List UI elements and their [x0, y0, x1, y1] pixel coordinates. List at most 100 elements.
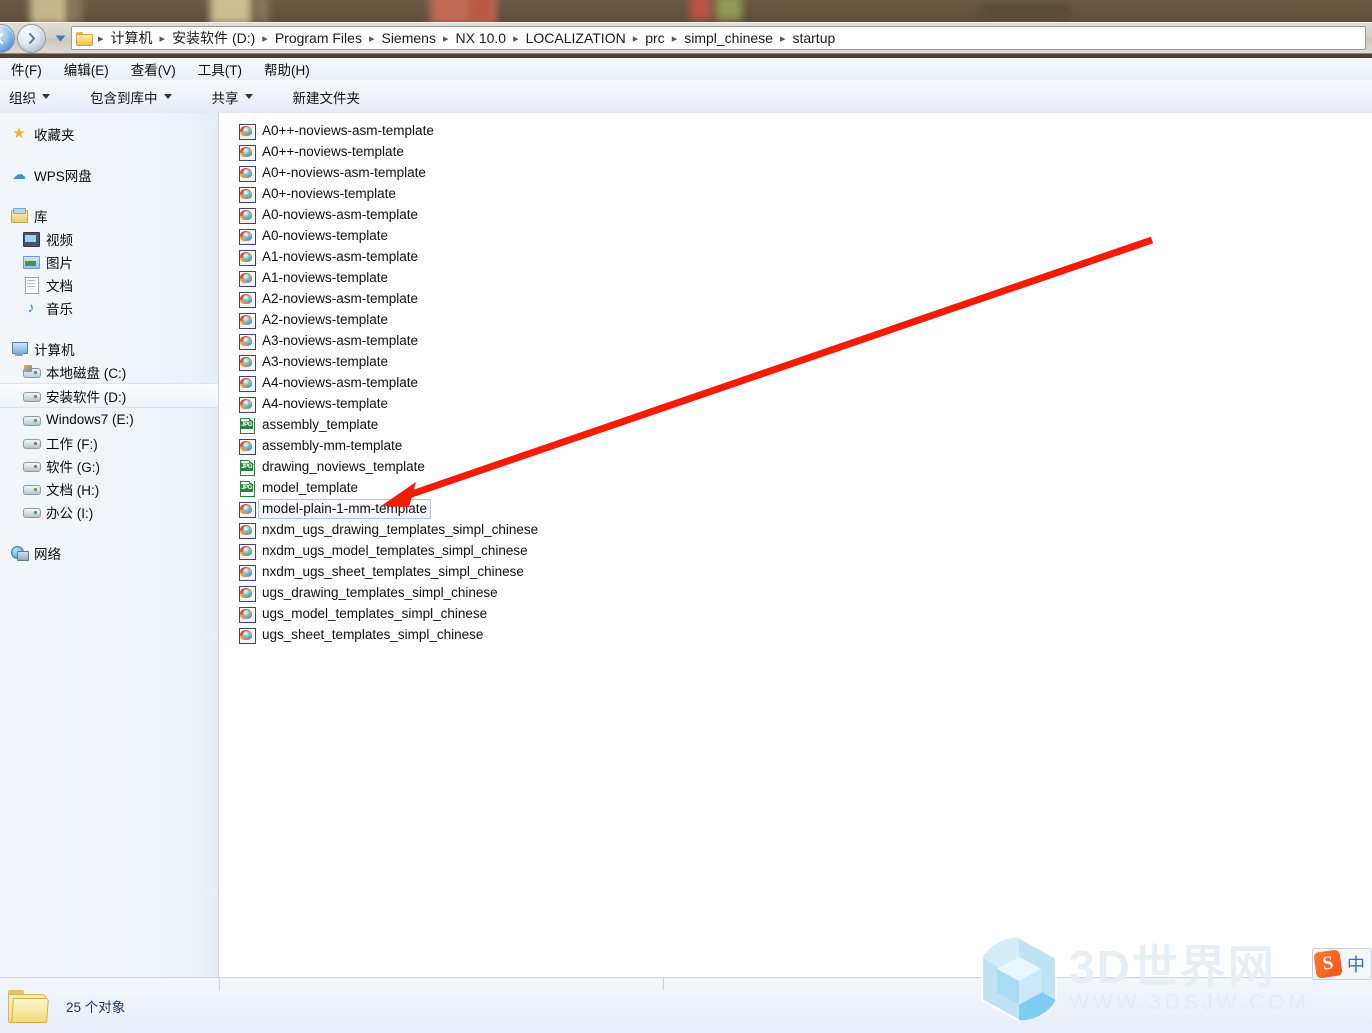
- navigation-pane[interactable]: ★ 收藏夹 ☁ WPS网盘库视频图片文档 ♪ 音乐计算机 本地磁盘 (C:) 安装软件 (D:…: [0, 113, 219, 978]
- breadcrumb-item-0[interactable]: 计算机: [108, 28, 156, 48]
- nx-part-icon: [239, 123, 256, 140]
- nx-part-icon: [239, 291, 256, 308]
- menu-view[interactable]: 查看(V): [120, 57, 187, 81]
- file-list-item[interactable]: model-plain-1-mm-template: [220, 498, 1372, 519]
- file-name-label: nxdm_ugs_sheet_templates_simpl_chinese: [262, 563, 524, 579]
- breadcrumb-item-6[interactable]: prc: [642, 30, 667, 46]
- file-list-item[interactable]: A2-noviews-asm-template: [220, 288, 1372, 309]
- sidebar-item-图片[interactable]: 图片: [0, 250, 218, 273]
- sidebar-item-网络[interactable]: 网络: [0, 541, 218, 564]
- file-list-item[interactable]: nxdm_ugs_sheet_templates_simpl_chinese: [220, 561, 1372, 582]
- nx-part-icon: [239, 438, 256, 455]
- back-arrow-icon: [0, 32, 3, 44]
- breadcrumb-item-8[interactable]: startup: [789, 30, 838, 46]
- file-name-label: A3-noviews-asm-template: [262, 332, 419, 348]
- file-list-item[interactable]: A0-noviews-template: [220, 225, 1372, 246]
- file-list-item[interactable]: A1-noviews-template: [220, 267, 1372, 288]
- file-list-item[interactable]: JPG assembly_template: [220, 414, 1372, 435]
- file-name-label: ugs_drawing_templates_simpl_chinese: [262, 584, 498, 600]
- sidebar-item-办公 (I:)[interactable]: 办公 (I:): [0, 500, 218, 523]
- menu-tools[interactable]: 工具(T): [187, 57, 253, 81]
- jpg-image-icon: JPG: [239, 480, 255, 497]
- breadcrumb-separator: ▸: [368, 32, 375, 45]
- toolbar-new-folder[interactable]: 新建文件夹: [284, 84, 370, 110]
- recent-locations-button[interactable]: [52, 27, 68, 49]
- file-list-item[interactable]: A0+-noviews-template: [220, 183, 1372, 204]
- nx-part-icon: [239, 144, 256, 161]
- menu-file[interactable]: 件(F): [0, 57, 53, 81]
- sidebar-item-label: 视频: [46, 232, 73, 248]
- sidebar-item-label: 库: [34, 209, 48, 225]
- sidebar-item-音乐[interactable]: ♪ 音乐: [0, 296, 218, 319]
- breadcrumb-item-2[interactable]: Program Files: [272, 30, 365, 46]
- breadcrumb-item-4[interactable]: NX 10.0: [452, 30, 509, 46]
- file-list-item[interactable]: A2-noviews-template: [220, 309, 1372, 330]
- sidebar-item-label: 文档 (H:): [46, 482, 100, 498]
- toolbar-new-folder-label: 新建文件夹: [292, 90, 361, 106]
- file-list-item[interactable]: assembly-mm-template: [220, 435, 1372, 456]
- sidebar-item-label: 办公 (I:): [46, 505, 94, 521]
- breadcrumb-separator: ▸: [98, 32, 104, 45]
- forward-button[interactable]: [17, 23, 46, 53]
- breadcrumb-item-1[interactable]: 安装软件 (D:): [169, 28, 258, 48]
- ime-mode-label[interactable]: 中: [1343, 951, 1369, 977]
- file-list-item[interactable]: A4-noviews-template: [220, 393, 1372, 414]
- menu-help[interactable]: 帮助(H): [253, 57, 321, 81]
- file-list-item[interactable]: A0+-noviews-asm-template: [220, 162, 1372, 183]
- file-list-item[interactable]: ugs_drawing_templates_simpl_chinese: [220, 582, 1372, 603]
- nx-part-icon: [239, 396, 256, 413]
- breadcrumb-item-7[interactable]: simpl_chinese: [681, 30, 776, 46]
- toolbar-include-in-library[interactable]: 包含到库中: [81, 84, 181, 110]
- sidebar-item-工作 (F:)[interactable]: 工作 (F:): [0, 431, 218, 454]
- network-icon: [10, 544, 29, 561]
- file-list-item[interactable]: JPG drawing_noviews_template: [220, 456, 1372, 477]
- navigation-buttons: [0, 23, 48, 53]
- file-list-item[interactable]: A4-noviews-asm-template: [220, 372, 1372, 393]
- nx-part-icon: [239, 606, 256, 623]
- chevron-down-icon: [42, 94, 50, 99]
- sidebar-item-计算机[interactable]: 计算机: [0, 337, 218, 360]
- video-icon: [22, 230, 40, 247]
- file-list-item[interactable]: JPG model_template: [220, 477, 1372, 498]
- file-list-item[interactable]: A3-noviews-template: [220, 351, 1372, 372]
- sidebar-item-软件 (G:)[interactable]: 软件 (G:): [0, 454, 218, 477]
- file-list-item[interactable]: A3-noviews-asm-template: [220, 330, 1372, 351]
- sidebar-item-Windows7 (E:)[interactable]: Windows7 (E:): [0, 408, 218, 431]
- toolbar-share[interactable]: 共享: [203, 84, 262, 110]
- file-list-pane[interactable]: A0++-noviews-asm-template A0++-noviews-te…: [220, 113, 1372, 978]
- sidebar-item-WPS网盘[interactable]: ☁ WPS网盘: [0, 163, 218, 186]
- sidebar-item-文档[interactable]: 文档: [0, 273, 218, 296]
- breadcrumb-item-3[interactable]: Siemens: [378, 30, 438, 46]
- sidebar-item-label: 图片: [46, 255, 73, 271]
- item-count-label: 25 个对象: [66, 999, 126, 1015]
- sidebar-item-视频[interactable]: 视频: [0, 227, 218, 250]
- address-bar: ▸ 计算机 ▸ 安装软件 (D:) ▸ Program Files ▸ Siem…: [0, 22, 1372, 54]
- breadcrumb-item-5[interactable]: LOCALIZATION: [523, 30, 629, 46]
- file-list-item[interactable]: ugs_model_templates_simpl_chinese: [220, 603, 1372, 624]
- menu-edit[interactable]: 编辑(E): [53, 57, 120, 81]
- sidebar-item-库[interactable]: 库: [0, 204, 218, 227]
- file-name-label: nxdm_ugs_model_templates_simpl_chinese: [262, 542, 528, 558]
- address-field[interactable]: ▸ 计算机 ▸ 安装软件 (D:) ▸ Program Files ▸ Siem…: [71, 26, 1366, 50]
- sidebar-item-文档 (H:)[interactable]: 文档 (H:): [0, 477, 218, 500]
- file-list-item[interactable]: A0++-noviews-template: [220, 141, 1372, 162]
- sidebar-item-收藏夹[interactable]: ★ 收藏夹: [0, 122, 218, 145]
- file-list-item[interactable]: nxdm_ugs_drawing_templates_simpl_chinese: [220, 519, 1372, 540]
- file-name-label: A0-noviews-template: [262, 227, 389, 243]
- sidebar-item-安装软件 (D:)[interactable]: 安装软件 (D:): [0, 383, 218, 408]
- file-name-label: assembly-mm-template: [262, 437, 403, 453]
- file-list-item[interactable]: A0-noviews-asm-template: [220, 204, 1372, 225]
- file-list-item[interactable]: nxdm_ugs_model_templates_simpl_chinese: [220, 540, 1372, 561]
- file-list-item[interactable]: A1-noviews-asm-template: [220, 246, 1372, 267]
- folder-icon: [6, 987, 49, 1025]
- toolbar-organize[interactable]: 组织: [0, 84, 59, 110]
- sidebar-item-本地磁盘 (C:)[interactable]: 本地磁盘 (C:): [0, 360, 218, 383]
- drive-icon: [22, 503, 41, 520]
- file-list-item[interactable]: A0++-noviews-asm-template: [220, 120, 1372, 141]
- chevron-down-icon: [55, 35, 65, 41]
- file-name-label: A0+-noviews-asm-template: [262, 164, 426, 180]
- ime-indicator[interactable]: S 中: [1312, 948, 1372, 980]
- back-button[interactable]: [0, 23, 15, 53]
- nx-part-icon: [239, 333, 256, 350]
- file-list-item[interactable]: ugs_sheet_templates_simpl_chinese: [220, 624, 1372, 645]
